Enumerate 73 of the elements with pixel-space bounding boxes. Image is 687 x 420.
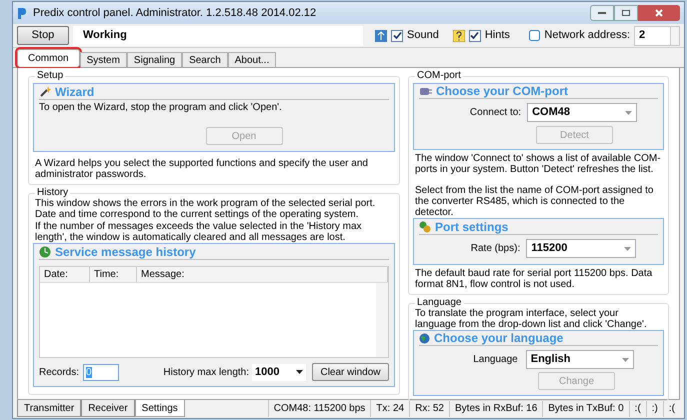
stop-button[interactable]: Stop <box>17 26 69 45</box>
column-header[interactable]: Message: <box>137 267 388 282</box>
language-text: To translate the program interface, select your language from the drop-down list and click 'Change'. <box>414 308 648 330</box>
language-label: Language <box>473 354 518 365</box>
square-icon <box>529 30 540 41</box>
history-text: This window shows the errors in the work program of the selected serial port. Date and time correspond to the current settings of the operating system. <box>34 198 376 220</box>
records-label: Records: <box>39 366 80 378</box>
rate-label: Rate (bps): <box>470 243 520 254</box>
com-port-legend: COM-port <box>415 70 463 82</box>
clock-icon <box>39 246 51 258</box>
port-settings-note: The default baud rate for serial port 115200 bps. Data format 8N1, flow control is not used. <box>414 268 654 290</box>
setup-legend: Setup <box>35 70 66 82</box>
checkbox[interactable] <box>391 30 403 42</box>
help-icon <box>452 30 465 42</box>
panel-title: Service message history <box>55 246 196 258</box>
tab[interactable]: Common <box>17 49 80 67</box>
close-button[interactable] <box>638 5 680 21</box>
connect-to-select[interactable]: COM48 <box>527 103 638 122</box>
network-address-label: Network address: <box>544 30 630 41</box>
status-bar-field: :) <box>646 400 663 417</box>
status-bar-field: Bytes in RxBuf: 16 <box>449 400 542 417</box>
com-port-note: Select from the list the name of COM-port assigned to the converter RS485, which is connected to the detector. <box>414 185 654 218</box>
status-bar-field: Tx: 24 <box>370 400 410 417</box>
bottom-tab[interactable]: Settings <box>134 400 185 417</box>
connect-to-label: Connect to: <box>470 107 522 118</box>
language-select[interactable]: English <box>526 350 634 369</box>
close-icon <box>655 9 663 17</box>
speaker-icon <box>375 30 387 42</box>
history-max-length-select[interactable]: 1000 <box>252 364 306 380</box>
language-legend: Language <box>415 297 464 309</box>
status-bar-field: Rx: 52 <box>409 400 449 417</box>
panel-title: Wizard <box>55 86 94 98</box>
window-title: Predix control panel. Administrator. 1.2.518.48 2014.02.12 <box>33 8 318 18</box>
bottom-tab[interactable]: Transmitter <box>17 400 82 417</box>
app-icon <box>17 6 27 20</box>
history-note: If the number of messages exceeds the value selected in the 'History max length', the window is automatically cleared and all messages are lost. <box>34 221 363 243</box>
column-header[interactable]: Date: <box>40 267 90 282</box>
minimize-button[interactable] <box>590 5 614 21</box>
status-bar-field: :( <box>662 400 680 417</box>
wizard-text: To open the Wizard, stop the program and click 'Open'. <box>39 102 283 113</box>
panel-title: Choose your language <box>434 333 564 344</box>
rate-select[interactable]: 115200 <box>526 239 636 258</box>
panel-title: Port settings <box>435 222 508 232</box>
com-port-text: The window 'Connect to' shows a list of available COM-ports in your system. Button 'Detect' refreshes the list. <box>414 153 662 175</box>
status-bar-field: Bytes in TxBuf: 0 <box>542 400 629 417</box>
tab[interactable]: Signaling <box>126 52 182 67</box>
wizard-note: A Wizard helps you select the supported functions and specify the user and administrator passwords. <box>34 158 369 180</box>
checkbox[interactable] <box>468 30 481 42</box>
plug-icon <box>419 86 432 97</box>
history-max-length-label: History max length: <box>163 366 249 378</box>
network-address-spinner[interactable]: 2 <box>634 26 680 46</box>
globe-icon <box>419 333 430 344</box>
panel-title: Choose your COM-port <box>436 86 568 97</box>
history-legend: History <box>35 187 70 199</box>
sound-label: Sound <box>407 30 439 41</box>
gears-icon <box>419 221 431 233</box>
dropdown-arrow-icon <box>296 370 303 374</box>
scrollbar[interactable] <box>376 283 388 357</box>
dropdown-arrow-icon <box>622 358 629 362</box>
bottom-tab[interactable]: Receiver <box>81 400 135 417</box>
hints-label: Hints <box>484 30 510 41</box>
tab[interactable]: System <box>80 52 127 67</box>
dropdown-arrow-icon <box>625 110 632 114</box>
column-header[interactable]: Time: <box>90 267 137 282</box>
tab[interactable]: Search <box>182 52 228 67</box>
status-bar-field: COM48: 115200 bps <box>268 400 370 417</box>
clear-window-button[interactable]: Clear window <box>312 363 389 381</box>
wand-icon <box>39 86 51 98</box>
status-bar-field: :( <box>628 400 646 417</box>
maximize-button[interactable] <box>614 5 638 21</box>
status-field: Working <box>73 26 363 46</box>
tab[interactable]: About... <box>228 52 276 67</box>
dropdown-arrow-icon <box>624 246 632 250</box>
